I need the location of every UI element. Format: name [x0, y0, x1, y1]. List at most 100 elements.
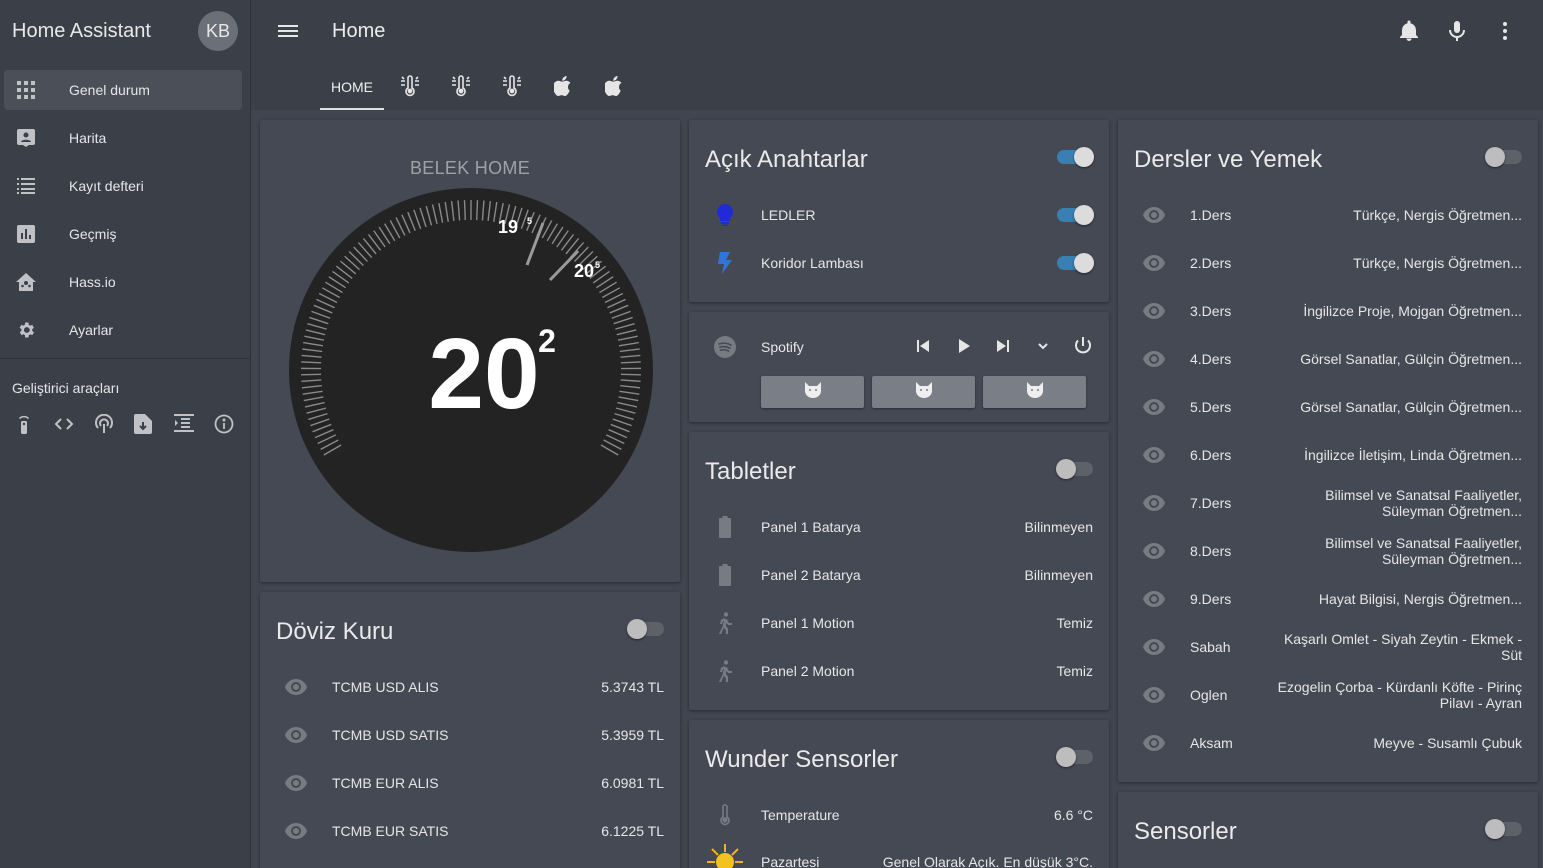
skip-next-icon[interactable]: [991, 334, 1015, 358]
source-button-2[interactable]: [872, 376, 975, 408]
sidebar-item-gecmis[interactable]: Geçmiş: [4, 214, 242, 254]
list-item[interactable]: Temperature 6.6 °C: [705, 791, 1093, 839]
row-name: Sabah: [1190, 639, 1231, 655]
list-item[interactable]: Panel 2 Motion Temiz: [705, 647, 1093, 695]
list-item[interactable]: Sabah Kaşarlı Omlet - Siyah Zeytin - Ekme…: [1134, 623, 1522, 671]
tab-thermometer-2[interactable]: [435, 64, 486, 110]
sidebar-item-harita[interactable]: Harita: [4, 118, 242, 158]
avatar[interactable]: KB: [198, 11, 238, 51]
row-value: Görsel Sanatlar, Gülçin Öğretmen...: [1300, 399, 1522, 415]
row-value: 6.1225 TL: [601, 823, 664, 839]
card-toggle[interactable]: [1056, 459, 1093, 481]
tab-thermometer-3[interactable]: [486, 64, 537, 110]
row-value: Temiz: [1056, 663, 1093, 679]
remote-icon[interactable]: [14, 414, 34, 434]
list-item[interactable]: TCMB USD SATIS 5.3959 TL: [276, 711, 664, 759]
info-icon[interactable]: [214, 414, 234, 434]
thermostat-dial[interactable]: 19 5 20 5 20 2: [260, 120, 680, 582]
tab-home[interactable]: HOME: [320, 64, 384, 110]
list-item[interactable]: 7.Ders Bilimsel ve Sanatsal Faaliyetler, …: [1134, 479, 1522, 527]
eye-icon: [1134, 387, 1174, 427]
file-download-icon[interactable]: [134, 414, 154, 434]
sidebar-item-ayarlar[interactable]: Ayarlar: [4, 310, 242, 350]
apple-icon: [552, 75, 572, 99]
row-name: 4.Ders: [1190, 351, 1232, 367]
thermostat-low-decimal: 5: [527, 216, 532, 226]
list-item[interactable]: 9.Ders Hayat Bilgisi, Nergis Öğretmen...: [1134, 575, 1522, 623]
row-value: 5.3743 TL: [601, 679, 664, 695]
sidebar-item-label: Genel durum: [69, 82, 150, 98]
card-toggle[interactable]: [1057, 147, 1094, 169]
eye-icon: [1134, 435, 1174, 475]
row-name: 2.Ders: [1190, 255, 1232, 271]
dial-tick: [620, 373, 641, 376]
dev-tools: [0, 413, 250, 434]
row-name: Oglen: [1190, 687, 1228, 703]
microphone-icon[interactable]: [1445, 19, 1469, 43]
list-item[interactable]: 6.Ders İngilizce İletişim, Linda Öğretmen…: [1134, 431, 1522, 479]
thermostat-current-decimal: 2: [538, 323, 556, 359]
source-button-3[interactable]: [983, 376, 1086, 408]
list-item[interactable]: 1.Ders Türkçe, Nergis Öğretmen...: [1134, 191, 1522, 239]
skip-previous-icon[interactable]: [911, 334, 935, 358]
more-vert-icon[interactable]: [1493, 19, 1517, 43]
row-value: 6.0981 TL: [601, 775, 664, 791]
power-icon[interactable]: [1071, 334, 1095, 358]
chevron-down-icon[interactable]: [1031, 334, 1055, 358]
sidebar-item-kayit-defteri[interactable]: Kayıt defteri: [4, 166, 242, 206]
list-item[interactable]: TCMB EUR ALIS 6.0981 TL: [276, 759, 664, 807]
tab-apple-1[interactable]: [537, 64, 588, 110]
battery-icon: [705, 555, 745, 595]
sidebar-nav: Genel durum Harita Kayıt defteri Geçmiş …: [0, 62, 250, 350]
list-item[interactable]: Pazartesi Genel Olarak Açık. En düşük 3°…: [705, 838, 1093, 868]
card-toggle[interactable]: [1056, 747, 1093, 769]
row-name: 1.Ders: [1190, 207, 1232, 223]
list-item[interactable]: 5.Ders Görsel Sanatlar, Gülçin Öğretmen..…: [1134, 383, 1522, 431]
list-item[interactable]: TCMB EUR SATIS 6.1225 TL: [276, 807, 664, 855]
list-item[interactable]: Oglen Ezogelin Çorba - Kürdanlı Köfte - P…: [1134, 671, 1522, 719]
row-value: Bilimsel ve Sanatsal Faaliyetler, Süleym…: [1325, 535, 1522, 567]
source-button-1[interactable]: [761, 376, 864, 408]
list-item[interactable]: Aksam Meyve - Susamlı Çubuk: [1134, 719, 1522, 767]
sidebar-header: Home Assistant KB: [0, 0, 250, 62]
dial-tick: [476, 200, 479, 221]
play-icon[interactable]: [951, 334, 975, 358]
list-item[interactable]: 3.Ders İngilizce Proje, Mojgan Öğretmen..…: [1134, 287, 1522, 335]
list-item[interactable]: 2.Ders Türkçe, Nergis Öğretmen...: [1134, 239, 1522, 287]
row-value: 6.6 °C: [1053, 807, 1093, 823]
list-item: LEDLER: [705, 191, 1094, 239]
sidebar-item-hassio[interactable]: Hass.io: [4, 262, 242, 302]
view-tabs: HOME: [320, 64, 639, 110]
sensorler-card: Sensorler: [1118, 792, 1538, 868]
list-item[interactable]: Panel 2 Batarya Bilinmeyen: [705, 551, 1093, 599]
app-header: Home HOME: [251, 0, 1543, 110]
tabletler-card: Tabletler Panel 1 Batarya Bilinmeyen Pan…: [689, 432, 1109, 710]
sidebar-item-label: Hass.io: [69, 274, 116, 290]
row-name: Koridor Lambası: [761, 255, 864, 271]
list-item[interactable]: 8.Ders Bilimsel ve Sanatsal Faaliyetler, …: [1134, 527, 1522, 575]
switch-toggle[interactable]: [1057, 205, 1094, 225]
card-toggle[interactable]: [1485, 147, 1522, 169]
list-item[interactable]: TCMB USD ALIS 5.3743 TL: [276, 663, 664, 711]
card-toggle[interactable]: [627, 619, 664, 641]
template-icon[interactable]: [174, 414, 194, 434]
code-icon[interactable]: [54, 414, 74, 434]
thermostat-current-value: 20: [428, 318, 539, 430]
eye-icon: [276, 811, 316, 851]
eye-icon: [1134, 195, 1174, 235]
card-toggle[interactable]: [1485, 819, 1522, 841]
spotify-card: Spotify: [689, 312, 1109, 422]
sidebar-item-genel-durum[interactable]: Genel durum: [4, 70, 242, 110]
list-item[interactable]: 4.Ders Görsel Sanatlar, Gülçin Öğretmen..…: [1134, 335, 1522, 383]
list-item[interactable]: Panel 1 Motion Temiz: [705, 599, 1093, 647]
switch-toggle[interactable]: [1057, 253, 1094, 273]
bell-icon[interactable]: [1397, 19, 1421, 43]
tab-thermometer-1[interactable]: [384, 64, 435, 110]
antenna-icon[interactable]: [94, 413, 114, 434]
tab-apple-2[interactable]: [588, 64, 639, 110]
eye-icon: [1134, 339, 1174, 379]
list-item[interactable]: Panel 1 Batarya Bilinmeyen: [705, 503, 1093, 551]
menu-icon[interactable]: [277, 20, 299, 42]
thermostat-high-value: 20: [574, 261, 594, 281]
eye-icon: [1134, 579, 1174, 619]
